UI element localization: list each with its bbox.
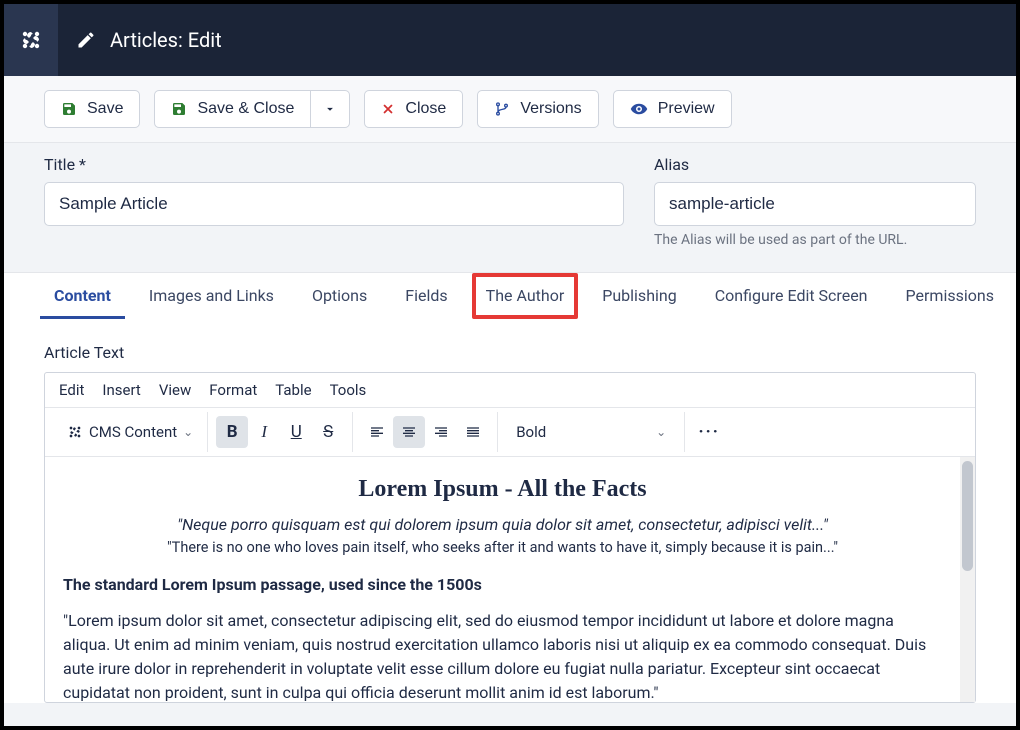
align-right-button[interactable] — [425, 416, 457, 448]
title-label: Title * — [44, 155, 624, 174]
save-close-button[interactable]: Save & Close — [154, 90, 311, 128]
bold-button[interactable]: B — [216, 416, 248, 448]
font-weight-select[interactable]: Bold ⌄ — [506, 416, 676, 448]
doc-subtitle2: "There is no one who loves pain itself, … — [63, 537, 942, 559]
editor-menubar: Edit Insert View Format Table Tools — [45, 373, 975, 408]
alias-label: Alias — [654, 155, 976, 174]
tabs: ContentImages and LinksOptionsFieldsThe … — [4, 272, 1016, 319]
align-justify-button[interactable] — [457, 416, 489, 448]
tab-the-author[interactable]: The Author — [472, 273, 579, 319]
tab-permissions[interactable]: Permissions — [892, 273, 1008, 319]
underline-button[interactable]: U — [280, 416, 312, 448]
align-right-icon — [433, 424, 449, 440]
form-area: Title * Alias The Alias will be used as … — [4, 143, 1016, 272]
page-title: Articles: Edit — [110, 28, 222, 52]
menu-tools[interactable]: Tools — [330, 381, 367, 399]
action-toolbar: Save Save & Close Close Versions Preview — [4, 76, 1016, 143]
menu-edit[interactable]: Edit — [59, 381, 84, 399]
strikethrough-button[interactable]: S — [312, 416, 344, 448]
doc-paragraph: "Lorem ipsum dolor sit amet, consectetur… — [63, 609, 942, 702]
italic-button[interactable]: I — [248, 416, 280, 448]
cms-content-dropdown[interactable]: CMS Content ⌄ — [61, 423, 199, 441]
close-button[interactable]: Close — [364, 90, 463, 128]
pencil-icon — [76, 30, 96, 50]
save-close-dropdown[interactable] — [311, 90, 350, 128]
scrollbar-thumb[interactable] — [962, 461, 973, 571]
align-justify-icon — [465, 424, 481, 440]
menu-format[interactable]: Format — [209, 381, 257, 399]
save-button[interactable]: Save — [44, 90, 140, 128]
tab-publishing[interactable]: Publishing — [588, 273, 690, 319]
tab-images-and-links[interactable]: Images and Links — [135, 273, 288, 319]
chevron-down-icon: ⌄ — [183, 425, 193, 439]
alias-input[interactable] — [654, 182, 976, 226]
save-icon — [171, 101, 187, 117]
topbar: Articles: Edit — [4, 4, 1016, 76]
tab-content[interactable]: Content — [40, 273, 125, 319]
menu-view[interactable]: View — [159, 381, 191, 399]
rich-text-editor: Edit Insert View Format Table Tools — [44, 372, 976, 703]
tab-options[interactable]: Options — [298, 273, 381, 319]
editor-scrollbar[interactable] — [960, 457, 975, 702]
content-pane: Article Text Edit Insert View Format Table To… — [4, 319, 1016, 703]
chevron-down-icon — [323, 102, 337, 116]
save-icon — [61, 101, 77, 117]
joomla-icon — [67, 424, 83, 440]
doc-title: Lorem Ipsum - All the Facts — [63, 471, 942, 507]
eye-icon — [630, 100, 648, 118]
menu-table[interactable]: Table — [275, 381, 311, 399]
alias-help: The Alias will be used as part of the UR… — [654, 232, 976, 248]
doc-heading: The standard Lorem Ipsum passage, used s… — [63, 573, 942, 597]
article-text-label: Article Text — [44, 343, 976, 362]
align-center-button[interactable] — [393, 416, 425, 448]
editor-body[interactable]: Lorem Ipsum - All the Facts "Neque porro… — [45, 457, 960, 702]
versions-button[interactable]: Versions — [477, 90, 598, 128]
joomla-icon — [19, 28, 43, 52]
title-input[interactable] — [44, 182, 624, 226]
close-icon — [381, 102, 395, 116]
joomla-logo[interactable] — [4, 4, 58, 76]
branch-icon — [494, 101, 510, 117]
doc-subtitle1: "Neque porro quisquam est qui dolorem ip… — [63, 513, 942, 537]
align-left-icon — [369, 424, 385, 440]
align-center-icon — [401, 424, 417, 440]
menu-insert[interactable]: Insert — [102, 381, 140, 399]
align-left-button[interactable] — [361, 416, 393, 448]
tab-fields[interactable]: Fields — [391, 273, 461, 319]
tab-configure-edit-screen[interactable]: Configure Edit Screen — [701, 273, 882, 319]
chevron-down-icon: ⌄ — [656, 425, 666, 439]
more-button[interactable]: ··· — [693, 416, 725, 448]
preview-button[interactable]: Preview — [613, 90, 732, 128]
editor-toolbar: CMS Content ⌄ B I U S — [45, 408, 975, 457]
